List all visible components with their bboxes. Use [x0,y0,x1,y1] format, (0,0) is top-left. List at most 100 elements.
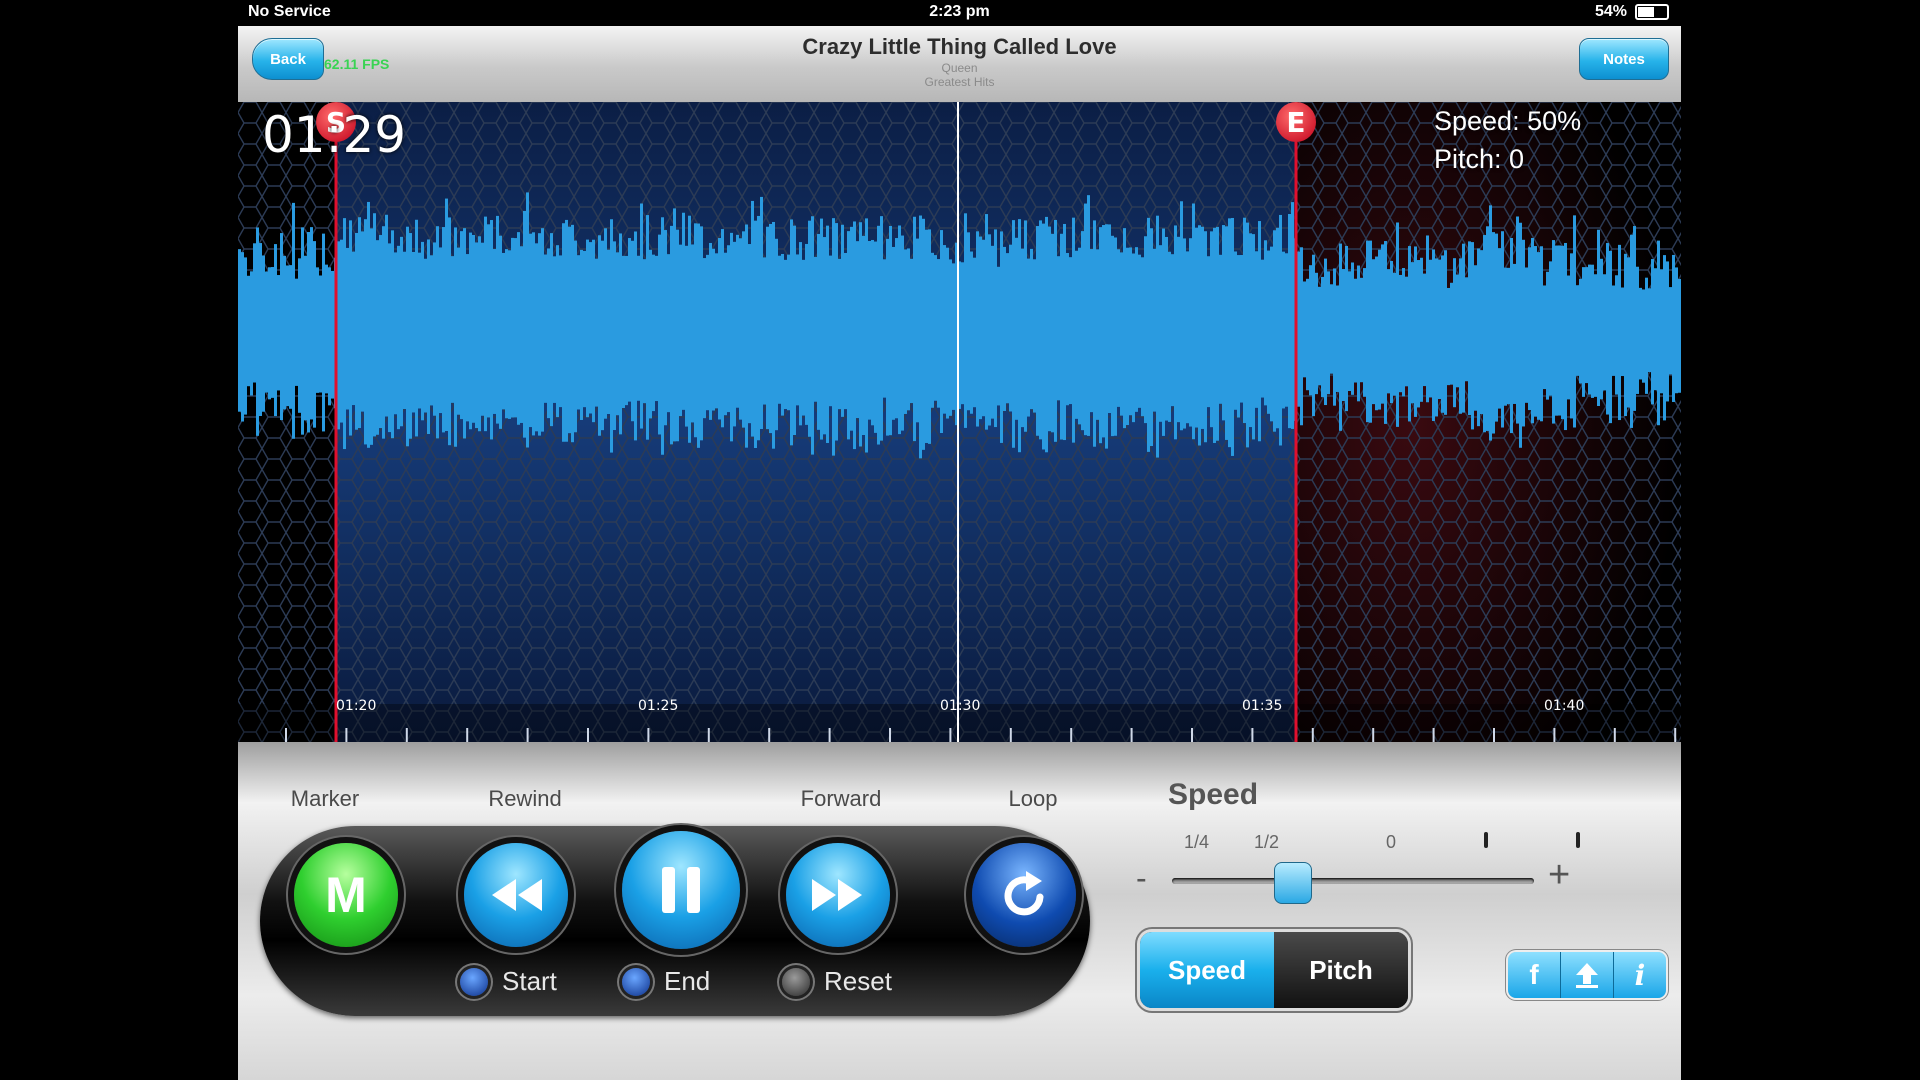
waveform-bar [1519,222,1522,448]
waveform-bar [832,218,835,456]
waveform-bar [1192,203,1195,440]
waveform-bar [901,235,904,431]
waveform-bar [1084,203,1087,436]
waveform-bar [1312,254,1315,417]
waveform-bar [919,215,922,459]
speed-slider-thumb[interactable] [1274,862,1312,904]
waveform-bar [1117,249,1120,407]
end-led-icon[interactable] [622,967,650,996]
waveform-bar [874,241,877,433]
waveform-bar [469,232,472,430]
waveform-bar [1405,276,1408,387]
waveform-bar [1357,265,1360,402]
loop-button[interactable] [972,843,1076,947]
waveform-bar [1561,245,1564,420]
rewind-button[interactable] [464,843,568,947]
waveform-bar [1234,251,1237,410]
waveform-bar [1372,259,1375,405]
waveform-bar [571,224,574,443]
waveform-bar [1648,288,1651,373]
notes-button[interactable]: Notes [1579,38,1669,80]
info-icon[interactable]: i [1614,952,1666,998]
waveform-bar [760,196,763,430]
waveform-view[interactable]: S E 01:29 Speed: 50% Pitch: 0 01:20 01:2… [238,102,1681,742]
waveform-bar [937,259,940,408]
status-bar: No Service 2:23 pm 54% [238,0,1681,26]
waveform-bar [1141,257,1144,417]
reset-control[interactable]: Reset [782,966,892,997]
facebook-icon[interactable]: f [1508,952,1561,998]
waveform-bar [310,227,313,420]
waveform-bar [1093,220,1096,447]
forward-button[interactable] [786,843,890,947]
set-start-control[interactable]: Start [460,966,557,997]
marker-button[interactable]: M [294,843,398,947]
waveform-bar [340,239,343,423]
waveform-bar [802,259,805,416]
waveform-bar [676,229,679,442]
waveform-bar [1078,247,1081,425]
speed-pitch-segmented-control: Speed Pitch [1140,932,1408,1008]
waveform-bar [328,267,331,406]
segment-pitch[interactable]: Pitch [1274,932,1408,1008]
waveform-bar [1597,229,1600,406]
waveform-bar [1081,231,1084,431]
waveform-bar [1183,238,1186,429]
waveform-bar [280,233,283,421]
waveform-bar [1168,251,1171,422]
waveform-bar [733,241,736,427]
waveform-bar [862,235,865,436]
waveform-bar [1618,244,1621,421]
waveform-bar [385,214,388,417]
end-label: End [664,966,711,996]
waveform-bar [1330,284,1333,374]
waveform-bar [1378,249,1381,410]
speed-slider[interactable] [1172,878,1534,884]
segment-speed[interactable]: Speed [1140,932,1274,1008]
slider-tick-label: 1/4 [1184,832,1210,852]
waveform-bar [1540,246,1543,422]
end-marker-pin[interactable]: E [1276,102,1316,146]
waveform-bar [556,245,559,418]
waveform-bar [409,233,412,439]
waveform-bar [1123,228,1126,429]
slider-minus-icon[interactable]: - [1136,860,1147,897]
waveform-canvas[interactable] [238,102,1681,742]
waveform-bar [304,255,307,421]
waveform-bar [502,252,505,410]
waveform-bar [1525,267,1528,403]
reset-led-icon[interactable] [782,967,810,996]
waveform-bar [892,246,895,420]
song-album: Greatest Hits [924,75,995,89]
waveform-bar [826,225,829,443]
waveform-bar [274,244,277,417]
waveform-bar [790,219,793,446]
waveform-bar [1642,289,1645,383]
pause-button[interactable] [622,831,740,949]
waveform-bar [601,240,604,431]
waveform-bar [331,270,334,399]
battery-icon [1635,4,1669,20]
waveform-bar [1408,246,1411,422]
waveform-bar [1042,223,1045,450]
waveform-bar [994,229,997,428]
waveform-bar [406,226,409,447]
waveform-bar [1450,282,1453,385]
waveform-bar [538,233,541,436]
set-end-control[interactable]: End [622,966,710,997]
waveform-bar [1564,242,1567,431]
waveform-bar [808,220,811,437]
waveform-bar [928,229,931,444]
waveform-bar [1468,241,1471,416]
waveform-bar [1636,266,1639,394]
slider-plus-icon[interactable]: + [1548,854,1570,897]
waveform-bar [247,275,250,387]
waveform-bar [262,255,265,412]
start-led-icon[interactable] [460,967,488,996]
waveform-bar [1105,224,1108,449]
share-icon[interactable] [1561,952,1614,998]
timeline-label: 01:20 [336,698,377,714]
waveform-bar [1531,237,1534,424]
waveform-bar [898,225,901,435]
waveform-bar [445,198,448,431]
